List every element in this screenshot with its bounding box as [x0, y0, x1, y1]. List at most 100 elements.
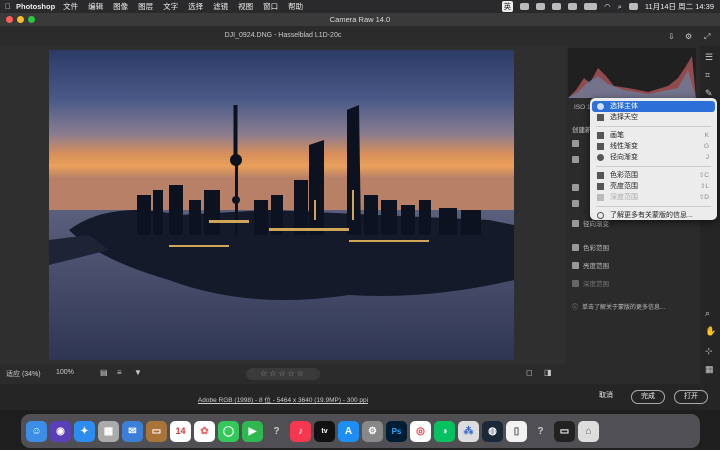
footer-bar: Adobe RGB (1998) - 8 位 - 5464 x 3640 (19… — [0, 384, 720, 410]
person-icon — [572, 140, 579, 147]
siri-icon[interactable]: ◉ — [50, 420, 71, 442]
wechat-status-icon[interactable] — [520, 3, 530, 10]
done-button[interactable]: 完成 — [631, 390, 665, 404]
menu-file[interactable]: 文件 — [63, 1, 78, 12]
save-icon[interactable]: ⇩ — [668, 32, 675, 41]
panel-brush-item[interactable] — [572, 184, 579, 191]
menu-item-label: 画笔 — [610, 132, 624, 139]
zoom-tool-icon[interactable]: ⌕ — [705, 308, 710, 319]
menu-radial-gradient[interactable]: 径向渐变 J — [592, 152, 715, 163]
panel-color-range-item[interactable]: 色彩范围 — [572, 242, 609, 252]
sort-icon[interactable]: ≡ — [117, 368, 122, 377]
battery-icon[interactable] — [584, 3, 598, 10]
menu-image[interactable]: 图像 — [113, 1, 128, 12]
mask-info-link[interactable]: ⓘ 单击了解关于蒙版的更多信息... — [572, 302, 665, 311]
notes-icon[interactable]: ▭ — [146, 420, 167, 442]
menu-brush[interactable]: 画笔 K — [592, 130, 715, 141]
compare-view-icon[interactable]: ◨ — [544, 368, 552, 377]
document-name: DJI_0924.DNG - Hasselblad L1D-20c — [224, 32, 342, 39]
zoom-fit-dropdown[interactable]: 适应 (34%) — [6, 369, 41, 379]
chrome-icon[interactable]: ◎ — [410, 420, 431, 442]
color-range-icon — [572, 243, 579, 251]
unknown-app-icon[interactable]: ? — [266, 421, 287, 442]
menu-separator — [596, 166, 711, 167]
linear-gradient-icon — [572, 200, 579, 207]
menu-linear-gradient[interactable]: 线性渐变 G — [592, 141, 715, 152]
sampler-icon[interactable]: ⊹ — [705, 346, 713, 357]
status-icon[interactable] — [552, 3, 562, 10]
menu-layer[interactable]: 图层 — [138, 1, 153, 12]
panel-luminance-range-item[interactable]: 亮度范围 — [572, 260, 609, 270]
launchpad-icon[interactable]: ▦ — [98, 420, 119, 442]
menu-type[interactable]: 文字 — [163, 1, 178, 12]
filmstrip-icon[interactable]: ▤ — [100, 368, 108, 377]
messages-icon[interactable]: ◯ — [218, 420, 239, 442]
close-window-button[interactable] — [6, 16, 13, 23]
finder-icon[interactable]: ☺ — [26, 420, 47, 442]
photos-icon[interactable]: ✿ — [194, 420, 215, 442]
filter-icon[interactable]: ▼ — [134, 368, 142, 377]
menu-select[interactable]: 选择 — [188, 1, 203, 12]
control-center-icon[interactable] — [628, 3, 638, 10]
open-button[interactable]: 打开 — [674, 390, 708, 404]
preview-photo[interactable] — [49, 50, 514, 360]
brush-icon — [597, 132, 604, 139]
menu-learn-more[interactable]: 了解更多有关蒙版的信息... — [592, 210, 715, 221]
panel-sky-item[interactable] — [572, 156, 579, 163]
minimize-window-button[interactable] — [17, 16, 24, 23]
sky-icon — [572, 156, 579, 163]
files-icon[interactable]: ▯ — [506, 420, 527, 442]
music-icon[interactable]: ♪ — [290, 420, 311, 442]
cancel-button[interactable]: 取消 — [592, 390, 620, 404]
menu-select-subject[interactable]: 选择主体 — [592, 101, 715, 112]
panel-person-item[interactable] — [572, 140, 579, 147]
panel-linear-item[interactable] — [572, 200, 579, 207]
status-icon[interactable] — [568, 3, 578, 10]
menu-help[interactable]: 帮助 — [288, 1, 303, 12]
zoom-window-button[interactable] — [28, 16, 35, 23]
clock[interactable]: 11月14日 周二 14:39 — [645, 1, 714, 12]
facetime-icon[interactable]: ▶ — [242, 420, 263, 442]
before-after-icon[interactable]: ◻ — [526, 368, 533, 377]
search-icon[interactable]: ⌕ — [618, 2, 622, 12]
photoshop-icon[interactable]: Ps — [386, 420, 407, 442]
wifi-icon[interactable]: ◠ — [604, 2, 611, 11]
fullscreen-icon[interactable]: ⤢ — [704, 32, 710, 42]
menu-item-label: 径向渐变 — [610, 154, 638, 161]
nodes-icon[interactable]: ⁂ — [458, 420, 479, 442]
star-rating[interactable]: ☆☆☆☆☆ — [246, 368, 320, 380]
menu-color-range[interactable]: 色彩范围 ⇧C — [592, 170, 715, 181]
menu-edit[interactable]: 编辑 — [88, 1, 103, 12]
unknown-app-icon[interactable]: ? — [530, 421, 551, 442]
menu-item-label: 亮度范围 — [610, 183, 638, 190]
wechat-icon[interactable]: ◑ — [434, 420, 455, 442]
menu-luminance-range[interactable]: 亮度范围 ⇧L — [592, 181, 715, 192]
terminal-icon[interactable]: ▭ — [554, 420, 575, 442]
menu-select-sky[interactable]: 选择天空 — [592, 112, 715, 123]
gear-icon[interactable]: ⚙ — [685, 32, 692, 41]
grid-icon[interactable]: ▦ — [705, 364, 714, 375]
input-method-indicator[interactable]: 英 — [501, 1, 514, 12]
menu-window[interactable]: 窗口 — [263, 1, 278, 12]
crop-icon[interactable]: ⌗ — [705, 70, 710, 81]
settings-icon[interactable]: ⚙ — [362, 420, 383, 442]
app-menu[interactable]: Photoshop — [16, 2, 55, 11]
calendar-icon[interactable]: 14 — [170, 420, 191, 442]
menu-filter[interactable]: 滤镜 — [213, 1, 228, 12]
menu-view[interactable]: 视图 — [238, 1, 253, 12]
menu-shortcut: ⇧L — [699, 183, 709, 190]
image-canvas[interactable] — [0, 46, 566, 364]
zoom-100-dropdown[interactable]: 100% — [56, 369, 74, 376]
steam-icon[interactable]: ◍ — [482, 420, 503, 442]
apple-icon[interactable]:  — [0, 2, 16, 11]
status-icon[interactable] — [536, 3, 546, 10]
appstore-icon[interactable]: A — [338, 420, 359, 442]
hand-tool-icon[interactable]: ✋ — [705, 326, 716, 337]
safari-icon[interactable]: ✦ — [74, 420, 95, 442]
mail-icon[interactable]: ✉ — [122, 420, 143, 442]
edit-sliders-icon[interactable]: ☰ — [705, 52, 713, 63]
tv-icon[interactable]: tv — [314, 420, 335, 442]
workflow-options-link[interactable]: Adobe RGB (1998) - 8 位 - 5464 x 3640 (19… — [0, 394, 566, 404]
trash-icon[interactable]: ⌂ — [578, 420, 599, 442]
depth-range-icon — [572, 279, 579, 287]
